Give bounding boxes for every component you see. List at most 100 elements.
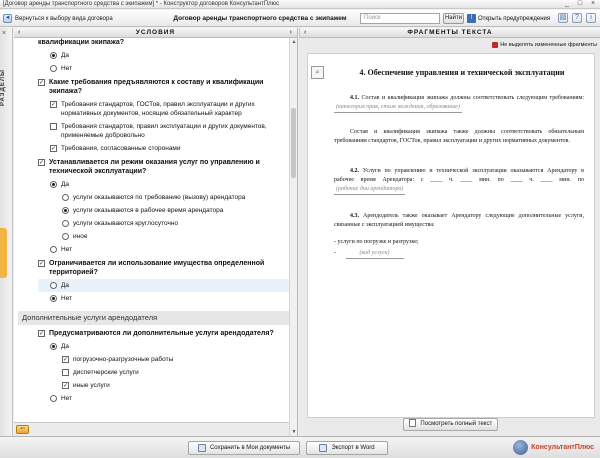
question-checkbox[interactable]: ✓ [38, 79, 45, 86]
option-loading-works[interactable]: ✓ погрузочно-разгрузочные работы [38, 353, 290, 366]
radio[interactable] [50, 65, 57, 72]
question-checkbox[interactable]: ✓ [38, 260, 45, 267]
conditions-scroll-area[interactable]: квалификации экипажа? Да Нет ✓ Какие тре… [14, 38, 298, 436]
clause-number: 4.3. [350, 213, 359, 219]
collapse-right-icon[interactable]: ‹ [304, 28, 307, 38]
question-text: квалификации экипажа? [38, 39, 125, 46]
view-full-text-button[interactable]: Посмотреть полный текст [403, 418, 498, 431]
radio-selected[interactable] [50, 295, 57, 302]
option-label: Нет [61, 246, 73, 253]
option-on-demand[interactable]: услуги оказываются по требованию (вызову… [38, 191, 290, 204]
radio-selected[interactable] [50, 181, 57, 188]
minimize-button[interactable]: _ [562, 0, 572, 8]
warning-icon: ! [467, 14, 476, 23]
option-label: Нет [61, 395, 73, 402]
option-label: иное [73, 233, 88, 240]
back-button-label: Вернуться к выбору вида договора [15, 15, 113, 22]
radio[interactable] [62, 220, 69, 227]
highlight-icon [492, 42, 499, 48]
option-territory-yes[interactable]: Да [38, 279, 290, 292]
find-button[interactable]: Найти [443, 13, 464, 24]
save-icon [197, 444, 206, 452]
clause-text: Арендодатель также оказывает Арендатору … [334, 213, 584, 228]
previous-section-button[interactable]: ⇦ [16, 425, 29, 434]
back-to-contract-type-button[interactable]: ◄ Вернуться к выбору вида договора [3, 12, 113, 25]
hide-changed-label: Не выделять измененные фрагменты [500, 42, 597, 48]
radio-selected[interactable] [50, 343, 57, 350]
conditions-scrollbar[interactable]: ▲ ▼ [289, 38, 297, 436]
radio[interactable] [62, 194, 69, 201]
clause-number: 4.2. [350, 168, 359, 174]
option-additional-yes[interactable]: Да [38, 340, 290, 353]
collapse-left-icon[interactable]: ‹ [18, 28, 21, 38]
checkbox[interactable] [50, 123, 57, 130]
info-icon[interactable]: i [586, 13, 596, 23]
expand-right-icon[interactable]: › [290, 28, 293, 38]
radio[interactable] [62, 233, 69, 240]
sections-tab[interactable]: РАЗДЕЛЫ [0, 58, 13, 118]
close-sections-icon[interactable]: × [2, 30, 6, 38]
fill-field-working-days[interactable]: (рабочие дни арендатора) [334, 185, 406, 195]
checkbox[interactable] [62, 369, 69, 376]
question-checkbox[interactable]: ✓ [38, 330, 45, 337]
logo-mark-icon [513, 440, 529, 455]
option-requirements-voluntary[interactable]: Требования стандартов, правил эксплуатац… [38, 120, 290, 142]
option-requirements-mandatory[interactable]: ✓ Требования стандартов, ГОСТов, правил … [38, 98, 290, 120]
conditions-footer: ⇦ [14, 422, 290, 436]
option-around-clock[interactable]: услуги оказываются круглосуточно [38, 217, 290, 230]
option-other[interactable]: иное [38, 230, 290, 243]
option-crew-qual-yes[interactable]: Да [38, 49, 290, 62]
checkbox-checked[interactable]: ✓ [50, 101, 57, 108]
paragraph-4-3: 4.3. Арендодатель также оказывает Аренда… [334, 212, 584, 230]
hide-changed-fragments-button[interactable]: Не выделять измененные фрагменты [492, 40, 597, 50]
checkbox-checked[interactable]: ✓ [50, 145, 57, 152]
fill-field-service-type[interactable]: (вид услуги) [345, 249, 404, 259]
option-requirements-agreed[interactable]: ✓ Требования, согласованные сторонами [38, 142, 290, 155]
scrollbar-thumb[interactable] [291, 108, 296, 178]
option-label: услуги оказываются в рабочее время аренд… [73, 207, 224, 214]
radio-selected[interactable] [50, 52, 57, 59]
option-additional-no[interactable]: Нет [38, 392, 290, 405]
bullet-dash: - [334, 250, 336, 256]
bullet-other-service: - (вид услуги) [334, 249, 584, 259]
paragraph-4-2: 4.2. Услуги по управлению и технической … [334, 167, 584, 195]
option-crew-qual-no[interactable]: Нет [38, 62, 290, 75]
close-window-button[interactable]: × [588, 0, 598, 8]
zoom-icon[interactable]: ⌕ [311, 66, 324, 79]
maximize-button[interactable]: □ [575, 0, 585, 8]
question-crew-qualification: квалификации экипажа? [38, 38, 290, 49]
export-to-word-button[interactable]: Экспорт в Word [306, 441, 388, 455]
option-other-services[interactable]: ✓ иные услуги [38, 379, 290, 392]
option-dispatch-services[interactable]: диспетчерские услуги [38, 366, 290, 379]
scroll-down-icon[interactable]: ▼ [290, 428, 298, 436]
conditions-panel: ‹ УСЛОВИЯ › квалификации экипажа? Да Нет… [14, 28, 298, 436]
option-label: Нет [61, 295, 73, 302]
radio[interactable] [50, 282, 57, 289]
open-warnings-label: Открыть предупреждения [478, 15, 551, 22]
option-service-mode-yes[interactable]: Да [38, 178, 290, 191]
option-working-hours[interactable]: услуги оказываются в рабочее время аренд… [38, 204, 290, 217]
radio[interactable] [50, 246, 57, 253]
option-label: Требования стандартов, ГОСТов, правил эк… [61, 101, 255, 117]
save-to-my-documents-button[interactable]: Сохранить в Мои документы [188, 441, 300, 455]
section-header-additional-services[interactable]: Дополнительные услуги арендодателя [18, 311, 290, 325]
question-territory: ✓ Ограничивается ли использование имущес… [38, 256, 290, 279]
print-icon[interactable]: ▤ [558, 13, 568, 23]
help-icon[interactable]: ? [572, 13, 582, 23]
open-warnings-button[interactable]: ! Открыть предупреждения [467, 12, 550, 25]
fill-field-crew-requirements[interactable]: (категория прав, стаж вождения, образова… [334, 103, 462, 113]
checkbox-checked[interactable]: ✓ [62, 356, 69, 363]
option-territory-no[interactable]: Нет [38, 292, 290, 305]
question-additional-services: ✓ Предусматриваются ли дополнительные ус… [38, 326, 290, 340]
scroll-up-icon[interactable]: ▲ [290, 38, 298, 46]
text-fragments-panel: ‹ ФРАГМЕНТЫ ТЕКСТА Не выделять измененны… [299, 28, 600, 436]
option-label: иные услуги [73, 382, 110, 389]
document-preview-area[interactable]: ⌕ 4. Обеспечение управления и техническо… [307, 53, 595, 418]
question-checkbox[interactable]: ✓ [38, 159, 45, 166]
sections-tab-marker[interactable] [0, 228, 7, 278]
search-input[interactable]: Поиск [360, 13, 440, 24]
option-service-mode-no[interactable]: Нет [38, 243, 290, 256]
checkbox-checked[interactable]: ✓ [62, 382, 69, 389]
radio-selected[interactable] [62, 207, 69, 214]
radio[interactable] [50, 395, 57, 402]
